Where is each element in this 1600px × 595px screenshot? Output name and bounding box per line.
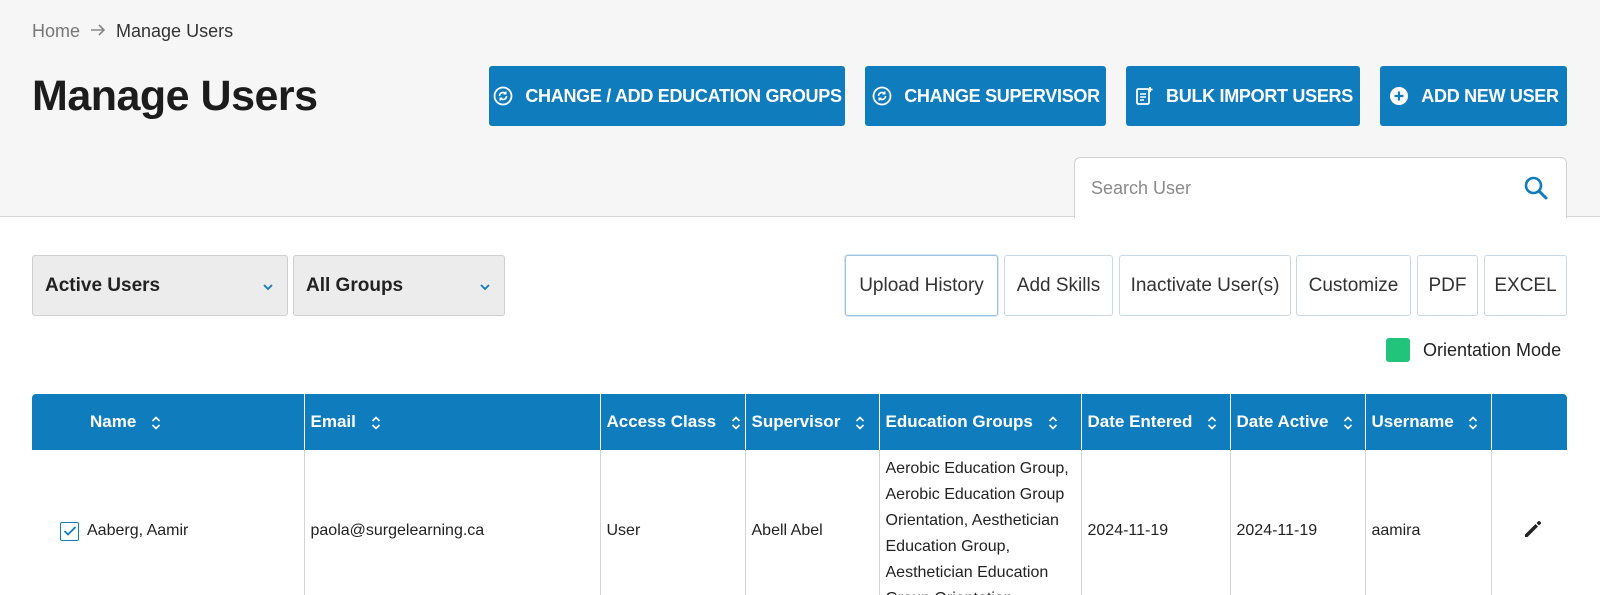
- add-new-user-label: ADD NEW USER: [1421, 85, 1559, 106]
- users-table: Name Email Access Class Supervisor Educa…: [32, 394, 1567, 595]
- column-header-name[interactable]: Name: [32, 394, 305, 450]
- sort-icon[interactable]: [1048, 415, 1058, 431]
- page-header-area: Home Manage Users Manage Users CHANGE / …: [0, 0, 1600, 218]
- search-icon[interactable]: [1523, 175, 1549, 201]
- sort-icon[interactable]: [1207, 415, 1217, 431]
- breadcrumb-arrow-icon: [90, 21, 106, 42]
- orientation-mode-indicator[interactable]: [1386, 338, 1410, 362]
- table-row[interactable]: Aaberg, Aamir paola@surgelearning.ca Use…: [32, 450, 1567, 595]
- sort-icon[interactable]: [731, 415, 741, 431]
- sort-icon[interactable]: [371, 415, 381, 431]
- cell-education-groups: Aerobic Education Group, Aerobic Educati…: [879, 450, 1082, 595]
- breadcrumb-home-link[interactable]: Home: [32, 21, 80, 42]
- search-box: [1074, 157, 1567, 218]
- user-status-value: Active Users: [45, 274, 161, 296]
- pdf-export-button[interactable]: PDF: [1417, 255, 1478, 316]
- cell-actions: [1491, 450, 1567, 595]
- chevron-down-icon: [261, 278, 275, 292]
- add-skills-button[interactable]: Add Skills: [1004, 255, 1113, 316]
- customize-button[interactable]: Customize: [1296, 255, 1411, 316]
- user-name: Aaberg, Aamir: [87, 522, 189, 539]
- plus-circle-icon: [1388, 85, 1410, 107]
- sort-icon[interactable]: [1343, 415, 1353, 431]
- sync-circle-icon: [492, 85, 514, 107]
- table-header-row: Name Email Access Class Supervisor Educa…: [32, 394, 1567, 450]
- page-title: Manage Users: [32, 72, 318, 120]
- change-supervisor-label: CHANGE SUPERVISOR: [904, 85, 1100, 106]
- orientation-mode-toggle: Orientation Mode: [1386, 338, 1561, 362]
- add-new-user-button[interactable]: ADD NEW USER: [1380, 66, 1567, 126]
- cell-email: paola@surgelearning.ca: [304, 450, 601, 595]
- user-status-select[interactable]: Active Users: [32, 255, 288, 316]
- row-select-checkbox[interactable]: [60, 521, 79, 541]
- edit-pencil-icon[interactable]: [1522, 518, 1544, 540]
- sort-icon[interactable]: [855, 415, 865, 431]
- sort-icon[interactable]: [1468, 415, 1478, 431]
- group-value: All Groups: [306, 274, 404, 296]
- cell-access-class: User: [600, 450, 746, 595]
- document-add-icon: [1133, 85, 1155, 107]
- cell-username: aamira: [1365, 450, 1492, 595]
- cell-name: Aaberg, Aamir: [32, 450, 305, 595]
- breadcrumb-current: Manage Users: [116, 21, 234, 41]
- sort-icon[interactable]: [151, 415, 161, 431]
- change-add-education-groups-label: CHANGE / ADD EDUCATION GROUPS: [525, 85, 842, 106]
- orientation-mode-label: Orientation Mode: [1423, 339, 1562, 360]
- change-supervisor-button[interactable]: CHANGE SUPERVISOR: [865, 66, 1106, 126]
- bulk-import-users-button[interactable]: BULK IMPORT USERS: [1126, 66, 1360, 126]
- chevron-down-icon: [478, 278, 492, 292]
- cell-date-active: 2024-11-19: [1230, 450, 1366, 595]
- column-header-email[interactable]: Email: [304, 394, 601, 450]
- column-header-education-groups[interactable]: Education Groups: [879, 394, 1082, 450]
- breadcrumb: Home Manage Users: [32, 21, 233, 42]
- search-user-input[interactable]: [1091, 170, 1511, 206]
- change-add-education-groups-button[interactable]: CHANGE / ADD EDUCATION GROUPS: [489, 66, 845, 126]
- column-header-username[interactable]: Username: [1365, 394, 1492, 450]
- group-select[interactable]: All Groups: [293, 255, 505, 316]
- excel-export-button[interactable]: EXCEL: [1484, 255, 1567, 316]
- inactivate-users-button[interactable]: Inactivate User(s): [1119, 255, 1291, 316]
- column-header-access-class[interactable]: Access Class: [600, 394, 746, 450]
- column-header-date-active[interactable]: Date Active: [1230, 394, 1366, 450]
- cell-date-entered: 2024-11-19: [1081, 450, 1231, 595]
- column-header-actions: [1491, 394, 1567, 450]
- column-header-date-entered[interactable]: Date Entered: [1081, 394, 1231, 450]
- column-header-supervisor[interactable]: Supervisor: [745, 394, 880, 450]
- cell-supervisor: Abell Abel: [745, 450, 880, 595]
- sync-circle-icon: [871, 85, 893, 107]
- upload-history-button[interactable]: Upload History: [845, 255, 998, 316]
- bulk-import-users-label: BULK IMPORT USERS: [1166, 85, 1353, 106]
